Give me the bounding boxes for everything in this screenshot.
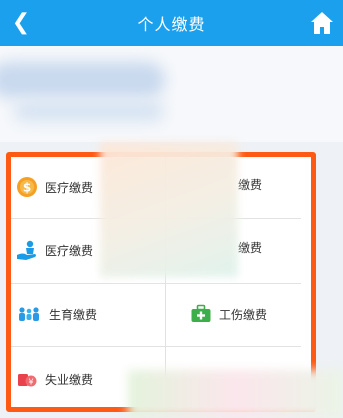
item-label: 缴费	[238, 178, 263, 192]
svg-text:¥: ¥	[28, 377, 33, 386]
payment-item-partial[interactable]: 缴费	[238, 176, 262, 193]
blurred-user-name	[0, 62, 165, 98]
home-button[interactable]	[309, 10, 335, 36]
item-label: 工伤缴费	[219, 307, 268, 322]
wallet-cash-icon: ¥	[18, 374, 37, 387]
item-label: 生育缴费	[49, 307, 98, 322]
hand-person-icon	[17, 240, 36, 260]
header-bar: ❮ 个人缴费	[0, 0, 343, 46]
chevron-left-icon: ❮	[11, 10, 31, 35]
page-title: 个人缴费	[137, 15, 206, 34]
item-label: 失业缴费	[45, 372, 94, 387]
blurred-overlay	[100, 142, 238, 277]
item-label: 医疗缴费	[45, 180, 94, 195]
user-profile-area	[0, 46, 343, 142]
item-label: 缴费	[238, 241, 263, 255]
medical-payment-item[interactable]: $ 医疗缴费	[16, 176, 93, 198]
home-icon	[311, 12, 333, 34]
back-button[interactable]: ❮	[6, 8, 36, 38]
briefcase-plus-icon	[191, 304, 211, 322]
svg-text:$: $	[23, 181, 31, 195]
coin-dollar-icon: $	[17, 177, 37, 197]
injury-payment-item[interactable]: 工伤缴费	[190, 303, 267, 325]
maternity-payment-item[interactable]: 生育缴费	[16, 303, 97, 325]
blurred-overlay-bottom	[128, 370, 343, 418]
grid-divider	[11, 283, 301, 284]
grid-divider	[11, 346, 301, 347]
unemployment-payment-item[interactable]: ¥ 失业缴费	[16, 368, 93, 390]
item-label: 医疗缴费	[45, 243, 94, 258]
medical-payment-item-2[interactable]: 医疗缴费	[16, 239, 93, 261]
payment-item-partial-2[interactable]: 缴费	[238, 239, 262, 256]
blurred-user-info	[14, 100, 164, 122]
family-icon	[19, 307, 39, 321]
